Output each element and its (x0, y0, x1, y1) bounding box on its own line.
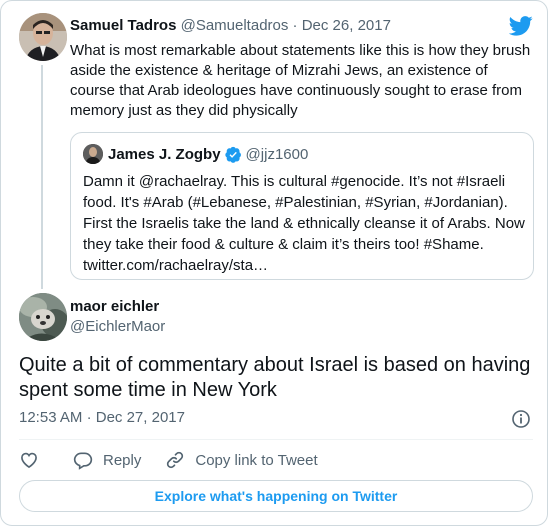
avatar-james-zogby[interactable] (83, 144, 103, 164)
quoted-tweet[interactable]: James J. Zogby @jjz1600 Damn it @rachael… (70, 132, 534, 280)
copy-link-button[interactable]: Copy link to Tweet (165, 450, 318, 470)
quoted-tweet-header: James J. Zogby @jjz1600 (108, 146, 308, 163)
quoted-author-name[interactable]: James J. Zogby (108, 146, 221, 163)
main-tweet-timestamp[interactable]: 12:53 AM · Dec 27, 2017 (19, 409, 185, 426)
reply-label: Reply (103, 451, 142, 469)
link-icon (167, 451, 184, 469)
parent-tweet-header: Samuel Tadros @Samueltadros · Dec 26, 20… (70, 17, 391, 34)
thread-connector-line (41, 65, 43, 289)
main-author-name[interactable]: maor eichler (70, 298, 159, 315)
embedded-tweet-card: Samuel Tadros @Samueltadros · Dec 26, 20… (0, 0, 548, 526)
info-icon[interactable] (511, 409, 531, 429)
divider (19, 439, 533, 440)
tweet-actions-bar: Reply Copy link to Tweet (19, 449, 318, 471)
separator-dot: · (86, 409, 92, 426)
parent-author-name[interactable]: Samuel Tadros (70, 17, 176, 34)
avatar-samuel-tadros[interactable] (19, 13, 67, 61)
verified-badge-icon (224, 146, 242, 163)
main-tweet-time: 12:53 AM (19, 409, 83, 426)
quoted-tweet-text: Damn it @rachaelray. This is cultural #g… (83, 173, 525, 274)
like-button[interactable] (19, 450, 39, 470)
reply-button[interactable]: Reply (73, 450, 141, 470)
copy-link-label: Copy link to Tweet (195, 451, 318, 469)
avatar-maor-eichler[interactable] (19, 293, 67, 341)
reply-icon (73, 452, 93, 470)
parent-tweet-text: What is most remarkable about statements… (70, 42, 531, 119)
separator-dot: · (292, 17, 298, 34)
main-author-handle[interactable]: @EichlerMaor (70, 318, 165, 335)
main-tweet-text: Quite a bit of commentary about Israel i… (19, 354, 531, 401)
heart-icon (21, 452, 37, 469)
quoted-author-handle[interactable]: @jjz1600 (246, 146, 309, 163)
main-tweet-date: Dec 27, 2017 (95, 409, 185, 426)
parent-author-handle[interactable]: @Samueltadros (181, 17, 289, 34)
parent-tweet-date[interactable]: Dec 26, 2017 (302, 17, 391, 34)
twitter-bird-icon[interactable] (508, 15, 533, 37)
explore-twitter-button[interactable]: Explore what's happening on Twitter (19, 480, 533, 512)
